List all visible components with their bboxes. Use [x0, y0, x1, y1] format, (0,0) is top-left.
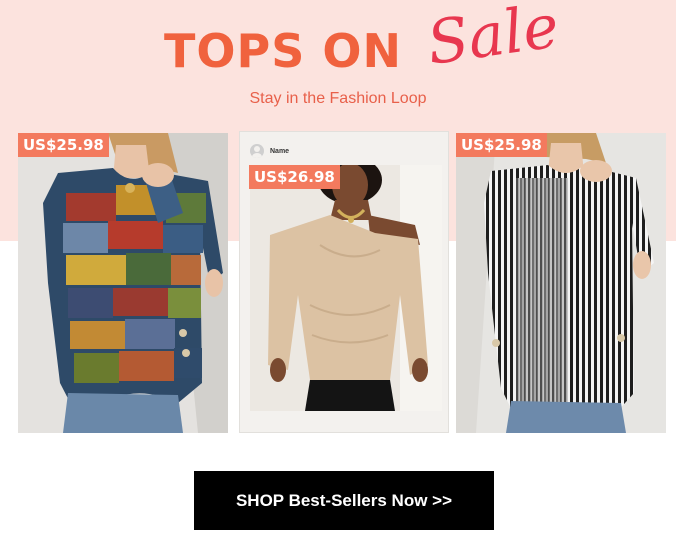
price-tag-3: US$25.98: [456, 133, 547, 157]
post-username: Name: [270, 147, 290, 155]
product-card-3[interactable]: [456, 133, 666, 433]
subtitle: Stay in the Fashion Loop: [249, 90, 427, 107]
price-tag-1: US$25.98: [18, 133, 109, 157]
satin-off-shoulder-blouse-photo: [250, 165, 442, 411]
post-header: Name: [250, 143, 289, 159]
headline-main-text: TOPS ON: [164, 24, 402, 78]
user-avatar-icon: [250, 144, 264, 158]
headline: TOPS ON Sale: [0, 0, 676, 84]
product-card-1[interactable]: [18, 133, 228, 433]
striped-top-photo: [456, 133, 666, 433]
shop-best-sellers-button[interactable]: SHOP Best-Sellers Now >>: [194, 471, 494, 530]
price-tag-2: US$26.98: [249, 165, 340, 189]
patchwork-print-top-photo: [18, 133, 228, 433]
headline-script-text: Sale: [422, 0, 563, 79]
post-photo: [250, 165, 442, 411]
